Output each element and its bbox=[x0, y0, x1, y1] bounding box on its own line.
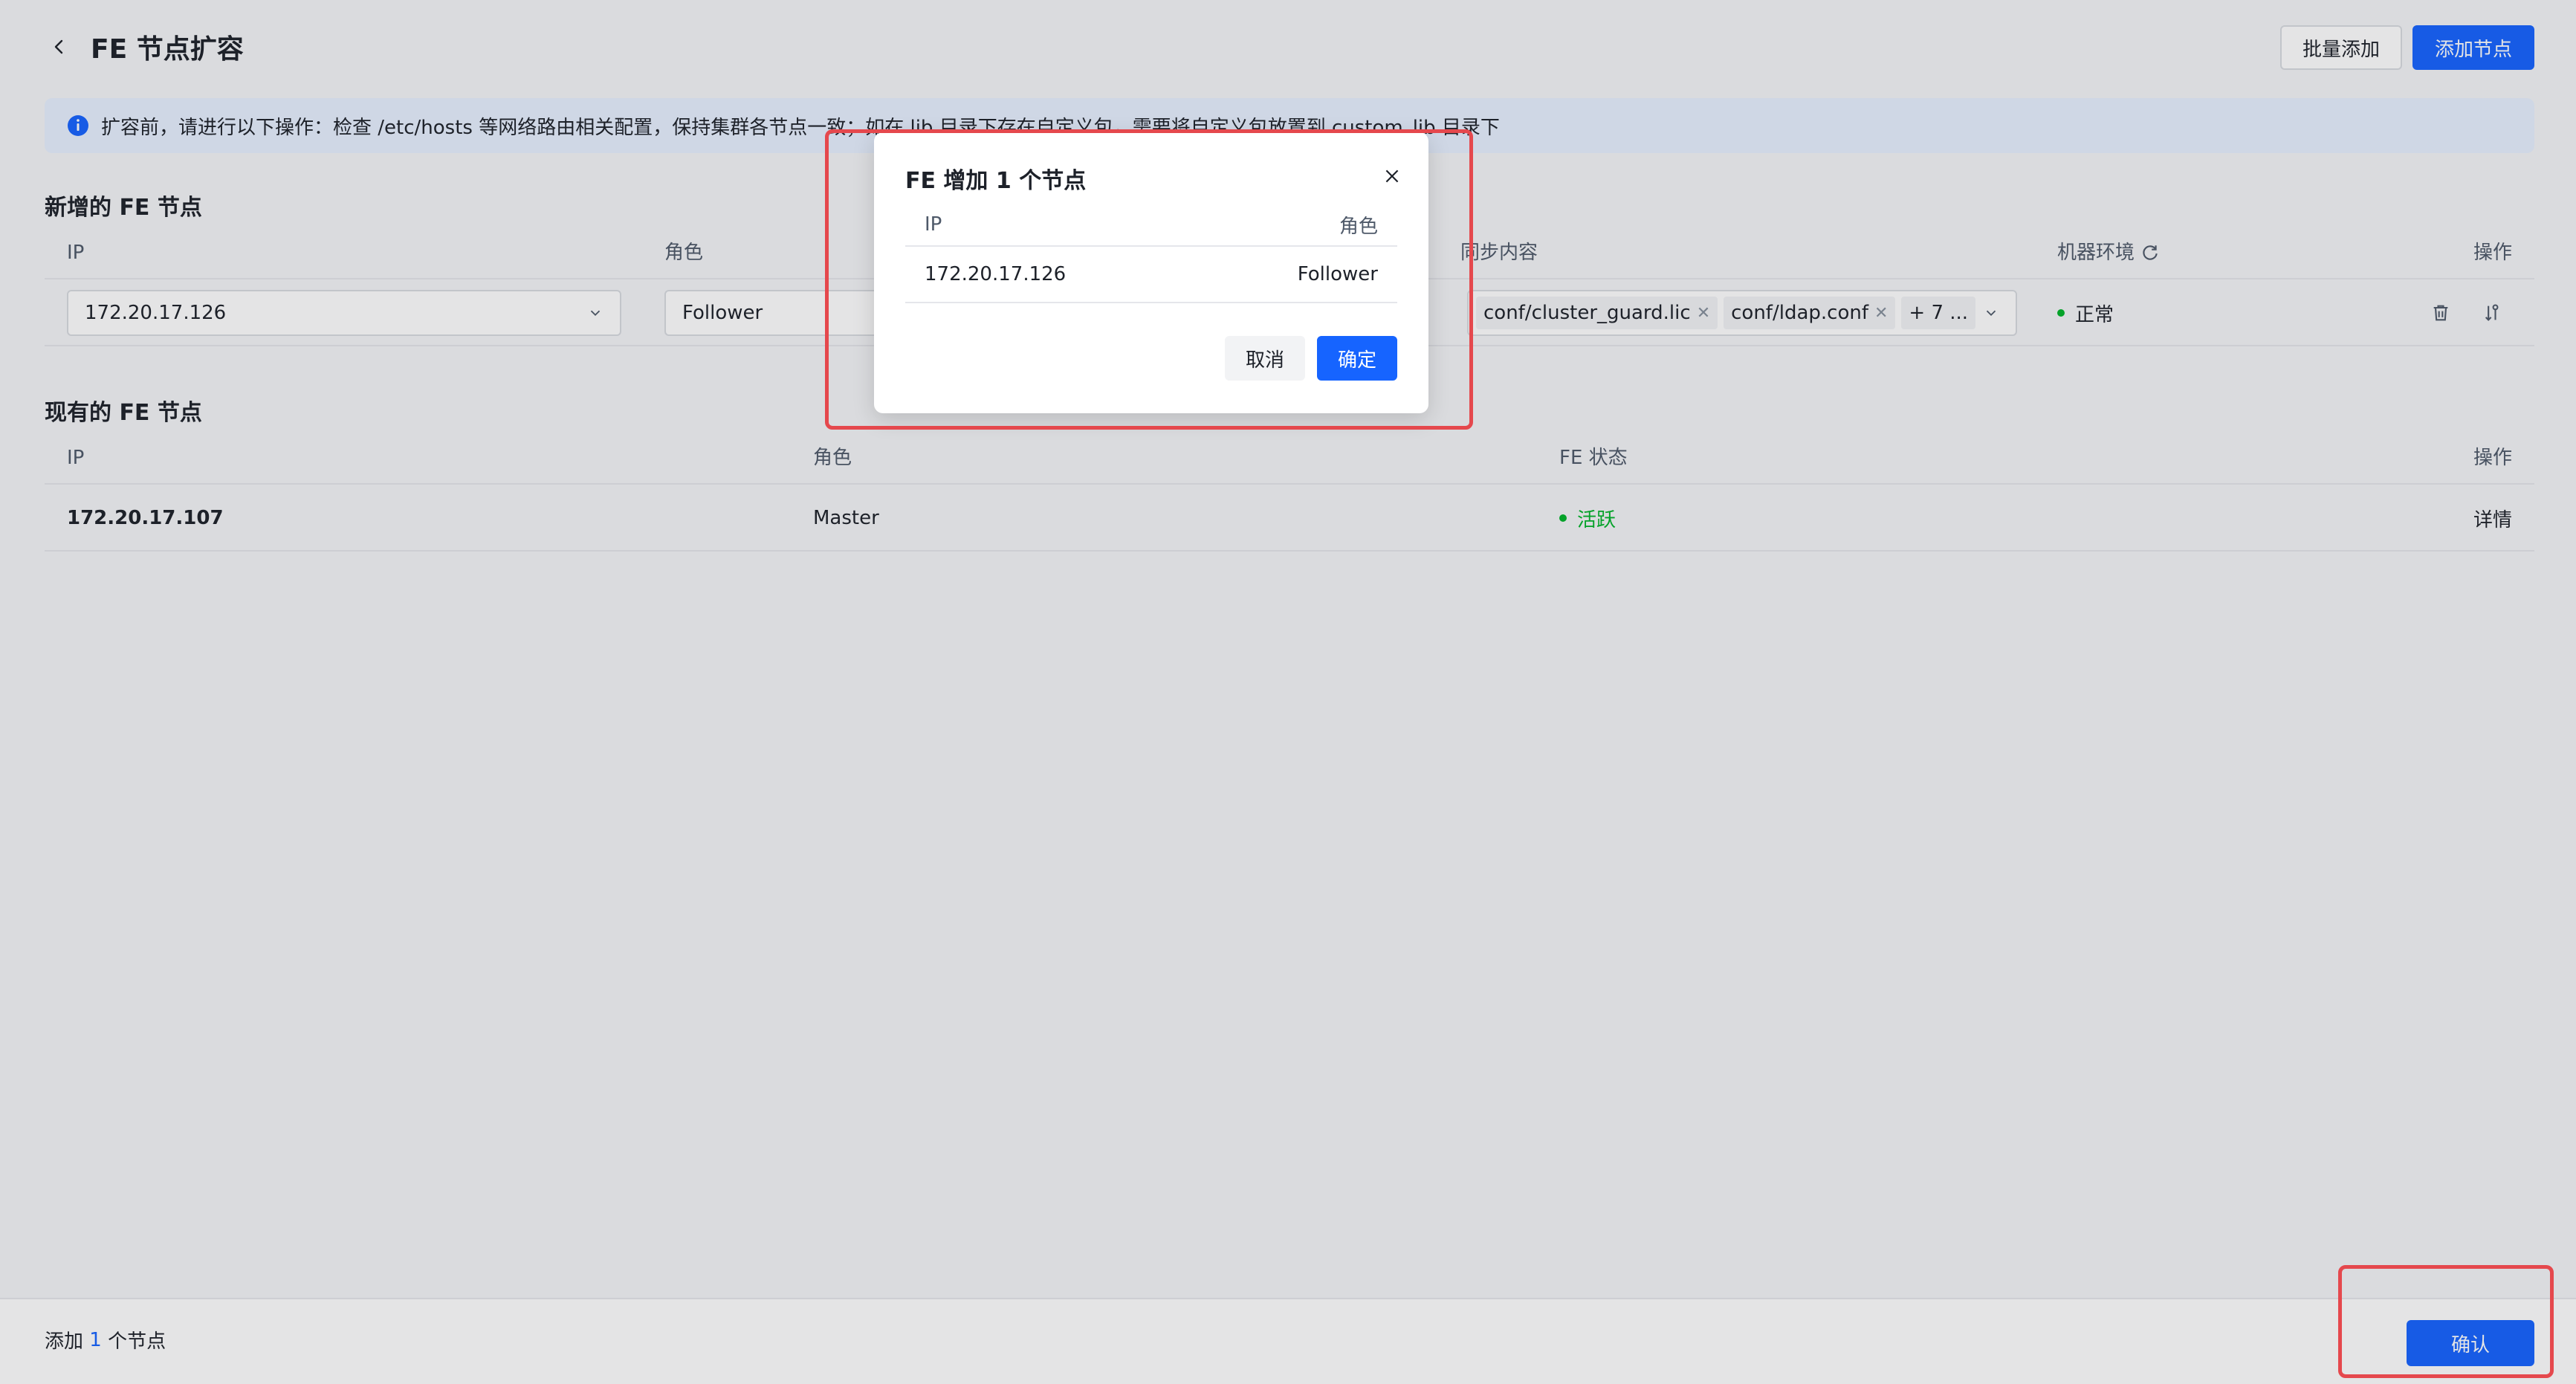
page: FE 节点扩容 批量添加 添加节点 扩容前，请进行以下操作：检查 /etc/ho… bbox=[0, 0, 2576, 1384]
modal-highlight bbox=[825, 129, 1473, 430]
confirm-highlight bbox=[2338, 1265, 2554, 1378]
